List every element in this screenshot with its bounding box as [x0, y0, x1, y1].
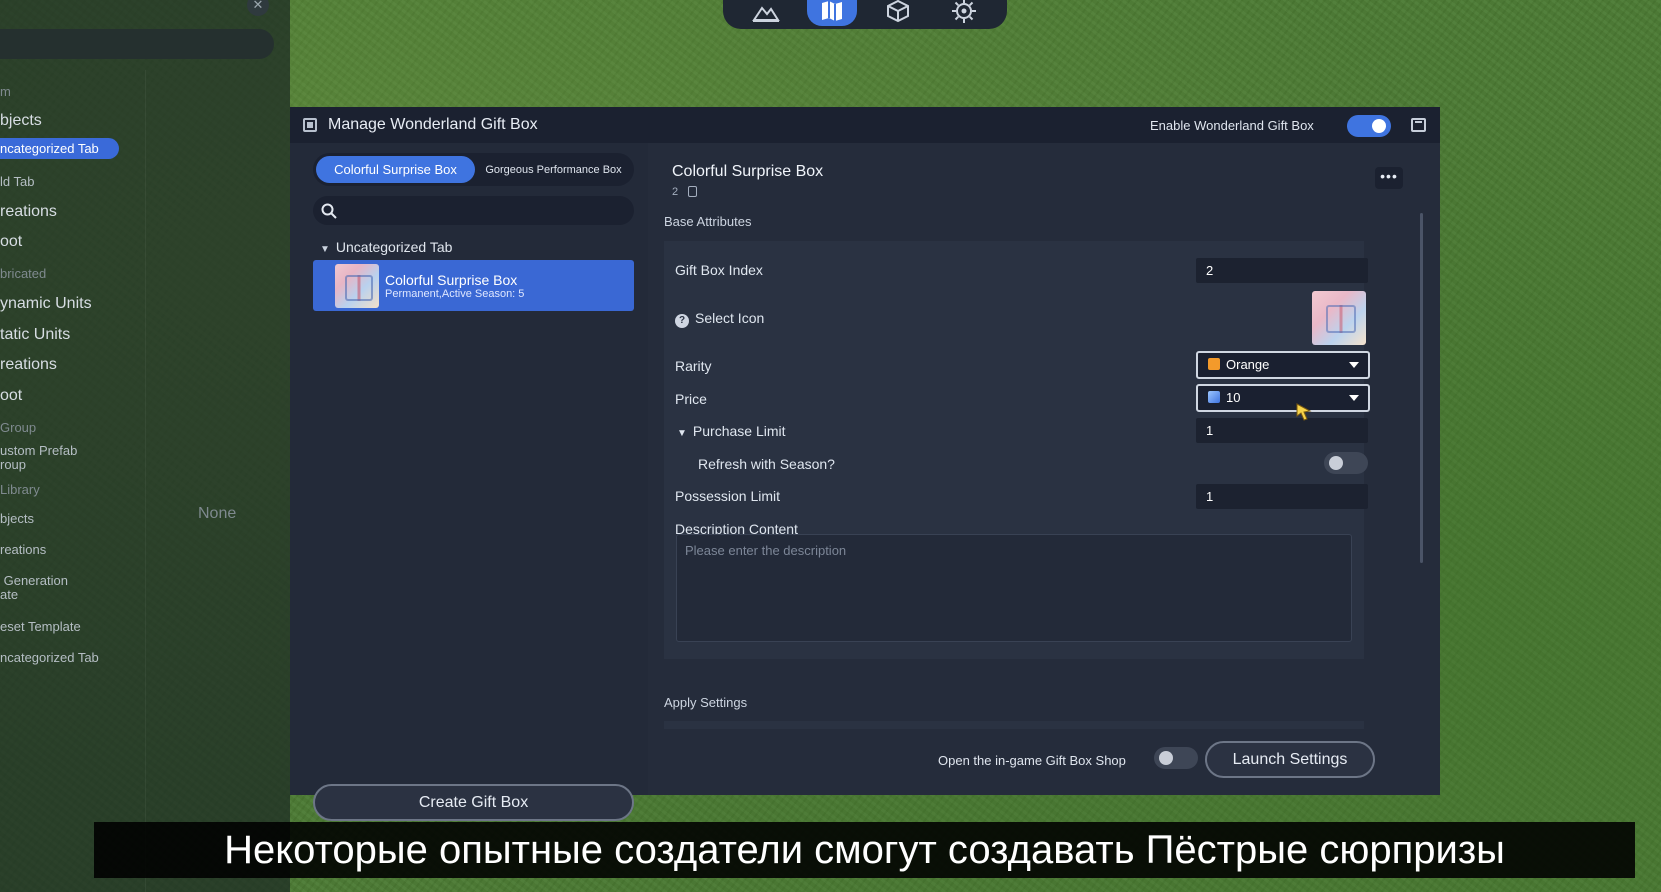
selected-icon-thumbnail[interactable] — [1312, 291, 1366, 345]
panel-divider — [145, 70, 146, 892]
select-icon-row: ? Select Icon — [675, 310, 764, 328]
bg-list-item-selected[interactable]: ncategorized Tab — [0, 138, 119, 159]
bg-list-item[interactable]: bricated — [0, 266, 46, 281]
bg-list-item[interactable]: ncategorized Tab — [0, 651, 99, 665]
base-attributes-heading: Base Attributes — [664, 214, 752, 229]
more-options-button[interactable]: ••• — [1375, 167, 1403, 189]
launch-settings-button[interactable]: Launch Settings — [1205, 741, 1375, 778]
gift-box-index-field[interactable]: 2 — [1196, 258, 1368, 283]
rarity-value: Orange — [1226, 357, 1270, 372]
refresh-with-season-label: Refresh with Season? — [698, 456, 835, 472]
bg-list-item[interactable]: ustom Prefab roup — [0, 444, 77, 472]
gift-box-list-panel: Colorful Surprise Box Gorgeous Performan… — [290, 143, 635, 821]
dialog-header: Manage Wonderland Gift Box Enable Wonder… — [290, 107, 1440, 143]
help-icon[interactable]: ? — [675, 314, 689, 328]
bg-list-item[interactable]: bjects — [0, 112, 42, 130]
close-icon[interactable]: ✕ — [247, 0, 269, 16]
box-type-tabs: Colorful Surprise Box Gorgeous Performan… — [313, 153, 634, 186]
rarity-dropdown[interactable]: Orange — [1196, 351, 1370, 379]
apply-settings-panel — [664, 721, 1364, 729]
chevron-down-icon: ▼ — [677, 428, 687, 439]
search-input[interactable] — [313, 196, 634, 225]
mode-toolbar — [723, 0, 1007, 29]
select-icon-label: Select Icon — [695, 310, 765, 326]
background-explorer-panel: ✕ m bjects ncategorized Tab ld Tab reati… — [0, 0, 290, 892]
none-label: None — [198, 505, 237, 522]
bg-list-item[interactable]: m — [0, 84, 11, 99]
refresh-with-season-toggle[interactable] — [1324, 452, 1368, 474]
tree-group-uncategorized[interactable]: ▼ Uncategorized Tab — [320, 239, 452, 255]
bg-list-item[interactable]: reations — [0, 543, 46, 557]
base-attributes-panel: Gift Box Index 2 ? Select Icon Rarity Ora… — [664, 241, 1370, 659]
gift-item-subtitle: Permanent,Active Season: 5 — [385, 288, 525, 300]
bg-list-item[interactable]: oot — [0, 233, 22, 251]
chevron-down-icon — [1349, 395, 1359, 401]
currency-icon — [1208, 391, 1220, 403]
chevron-down-icon: ▼ — [320, 244, 330, 255]
bg-list-item[interactable]: Group — [0, 420, 36, 435]
detail-id: 2 — [672, 186, 679, 198]
bg-list-item[interactable]: ld Tab — [0, 175, 34, 189]
rarity-label: Rarity — [675, 358, 712, 374]
purchase-limit-field[interactable]: 1 — [1196, 418, 1368, 443]
bg-list-item[interactable]: eset Template — [0, 620, 81, 634]
tree-group-label: Uncategorized Tab — [335, 239, 453, 255]
open-shop-toggle[interactable] — [1154, 747, 1198, 769]
description-textarea[interactable]: Please enter the description — [676, 534, 1352, 642]
background-search-field[interactable] — [0, 29, 274, 59]
purchase-limit-label: Purchase Limit — [692, 423, 786, 439]
gift-list-item[interactable]: Colorful Surprise Box Permanent,Active S… — [313, 260, 634, 311]
dialog-icon — [303, 118, 317, 132]
possession-limit-field[interactable]: 1 — [1196, 484, 1368, 509]
chevron-down-icon — [1349, 362, 1359, 368]
bg-list-item[interactable]: bjects — [0, 512, 34, 526]
purchase-limit-row[interactable]: ▼ Purchase Limit — [677, 423, 786, 439]
mouse-cursor-icon — [1296, 403, 1312, 421]
copy-icon[interactable] — [688, 186, 697, 197]
bg-list-item[interactable]: Library — [0, 482, 40, 497]
map-icon[interactable] — [807, 0, 857, 26]
tab-colorful-surprise-box[interactable]: Colorful Surprise Box — [316, 156, 475, 183]
detail-title: Colorful Surprise Box — [672, 163, 824, 180]
bg-list-item[interactable]: reations — [0, 203, 57, 221]
bg-list-item[interactable]: ynamic Units — [0, 295, 92, 313]
possession-limit-label: Possession Limit — [675, 488, 781, 504]
gift-box-manager-dialog: Manage Wonderland Gift Box Enable Wonder… — [290, 107, 1440, 821]
bg-list-item[interactable]: tatic Units — [0, 326, 70, 344]
bg-list-item[interactable]: Generation ate — [0, 574, 68, 602]
create-gift-box-button[interactable]: Create Gift Box — [313, 784, 634, 821]
toggle-knob — [1329, 456, 1343, 470]
video-subtitle: Некоторые опытные создатели смогут созда… — [94, 822, 1635, 878]
toggle-knob — [1159, 751, 1173, 765]
open-shop-label: Open the in-game Gift Box Shop — [938, 753, 1126, 768]
price-dropdown[interactable]: 10 — [1196, 384, 1370, 412]
dialog-title: Manage Wonderland Gift Box — [328, 116, 538, 133]
minimize-icon[interactable] — [1411, 118, 1426, 132]
gift-box-detail-panel: Colorful Surprise Box 2 ••• Base Attribu… — [648, 143, 1440, 795]
price-label: Price — [675, 391, 707, 407]
price-value: 10 — [1226, 390, 1241, 405]
search-icon — [321, 203, 337, 219]
gift-box-thumbnail — [335, 264, 379, 308]
gift-item-name: Colorful Surprise Box — [385, 272, 518, 288]
enable-gift-box-label: Enable Wonderland Gift Box — [1150, 118, 1314, 133]
toggle-knob — [1372, 119, 1386, 133]
terrain-icon[interactable] — [741, 0, 791, 26]
gift-box-index-label: Gift Box Index — [675, 262, 763, 278]
bg-list-item[interactable]: oot — [0, 387, 22, 405]
gear-icon[interactable] — [939, 0, 989, 26]
apply-settings-heading: Apply Settings — [664, 695, 748, 710]
tab-gorgeous-performance-box[interactable]: Gorgeous Performance Box — [481, 156, 626, 183]
cube-icon[interactable] — [873, 0, 923, 26]
enable-gift-box-toggle[interactable] — [1347, 115, 1391, 137]
detail-scrollbar[interactable] — [1420, 213, 1423, 563]
bg-list-item[interactable]: reations — [0, 356, 57, 374]
rarity-color-swatch — [1208, 358, 1220, 370]
